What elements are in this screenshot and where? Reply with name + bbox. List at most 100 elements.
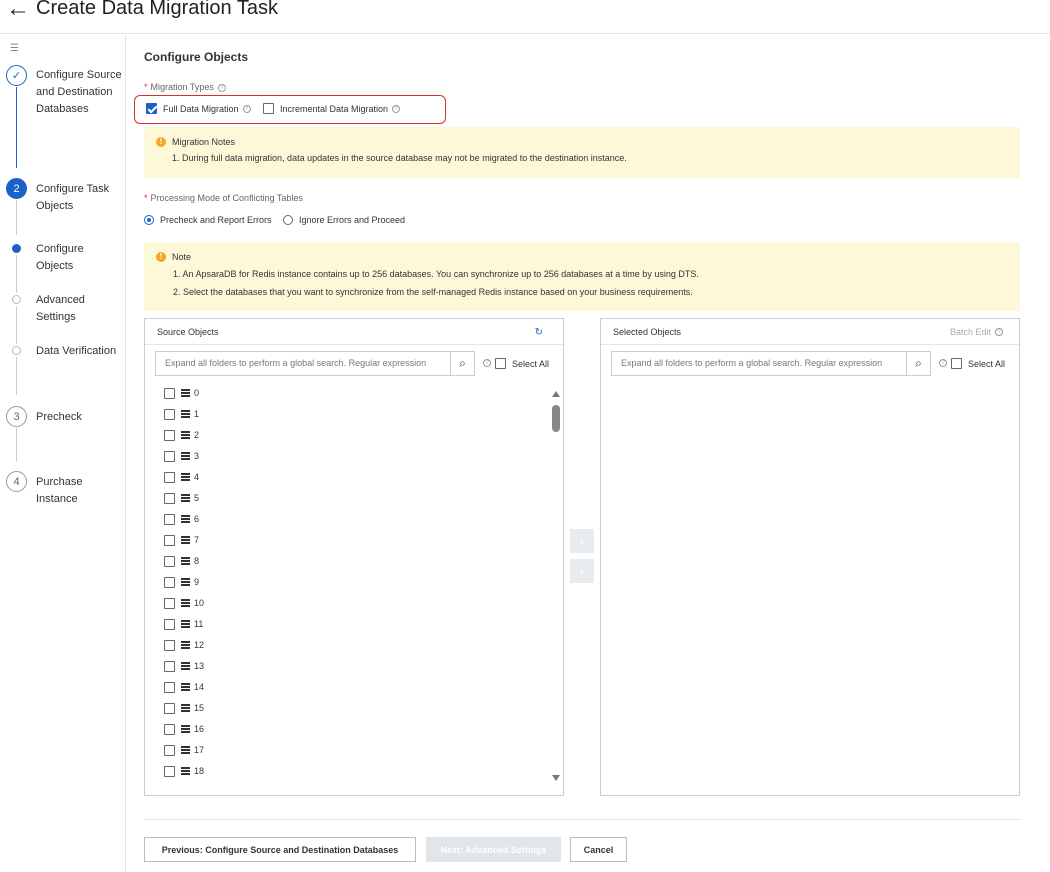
list-item[interactable]: 2: [164, 428, 199, 442]
scroll-thumb[interactable]: [552, 405, 560, 432]
list-item[interactable]: 14: [164, 680, 204, 694]
help-icon[interactable]: ?: [217, 83, 226, 92]
help-icon[interactable]: ?: [995, 328, 1003, 336]
list-item[interactable]: 15: [164, 701, 204, 715]
database-icon: [181, 620, 190, 628]
help-icon[interactable]: ?: [939, 359, 947, 367]
list-item[interactable]: 17: [164, 743, 204, 757]
list-item[interactable]: 1: [164, 407, 199, 421]
list-item[interactable]: 5: [164, 491, 199, 505]
scroll-up-icon[interactable]: [552, 391, 560, 397]
refresh-icon[interactable]: ↻: [535, 327, 543, 338]
item-checkbox[interactable]: [164, 765, 175, 777]
item-checkbox[interactable]: [164, 534, 175, 546]
item-checkbox[interactable]: [164, 702, 175, 714]
substep-advanced-settings[interactable]: Advanced Settings: [36, 292, 124, 326]
selected-search-input[interactable]: Expand all folders to perform a global s…: [611, 351, 907, 376]
list-item[interactable]: 11: [164, 617, 203, 631]
steps-sidebar: ☰ ✓ Configure Source and Destination Dat…: [0, 35, 126, 872]
list-item[interactable]: 10: [164, 596, 204, 610]
item-checkbox[interactable]: [164, 597, 175, 609]
source-list-scrollbar[interactable]: [551, 391, 561, 781]
previous-button[interactable]: Previous: Configure Source and Destinati…: [144, 837, 416, 862]
source-search-input[interactable]: Expand all folders to perform a global s…: [155, 351, 451, 376]
step-connector: [16, 200, 17, 235]
database-icon: [181, 578, 190, 586]
list-item[interactable]: 13: [164, 659, 204, 673]
arrow-left-icon[interactable]: ←: [6, 0, 30, 24]
substep-configure-objects[interactable]: Configure Objects: [36, 241, 124, 275]
source-object-list: 0 1 2 3 4 5 6 7 8 9 10 11 12 13 14 15 16…: [145, 381, 545, 791]
selected-select-all-checkbox[interactable]: [951, 358, 962, 369]
selected-objects-title: Selected Objects: [613, 327, 682, 337]
step-number-3: 3: [6, 406, 27, 427]
list-item[interactable]: 8: [164, 554, 199, 568]
search-icon[interactable]: ⌕: [450, 351, 475, 376]
list-item[interactable]: 12: [164, 638, 204, 652]
substep-data-verification[interactable]: Data Verification: [36, 343, 124, 360]
step-precheck[interactable]: Precheck: [36, 409, 124, 426]
database-icon: [181, 641, 190, 649]
list-item[interactable]: 3: [164, 449, 199, 463]
database-icon: [181, 704, 190, 712]
full-data-migration-option[interactable]: Full Data Migration ?: [146, 103, 251, 114]
next-button[interactable]: Next: Advanced Settings: [426, 837, 561, 862]
step-purchase-instance[interactable]: Purchase Instance: [36, 474, 124, 508]
item-checkbox[interactable]: [164, 450, 175, 462]
source-select-all-checkbox[interactable]: [495, 358, 506, 369]
item-checkbox[interactable]: [164, 744, 175, 756]
item-checkbox[interactable]: [164, 408, 175, 420]
source-select-all[interactable]: Select All: [495, 358, 549, 369]
item-checkbox[interactable]: [164, 429, 175, 441]
step-connector: [16, 255, 17, 293]
collapse-menu-icon[interactable]: ☰: [10, 43, 19, 54]
ignore-errors-radio[interactable]: [283, 215, 293, 225]
item-checkbox[interactable]: [164, 492, 175, 504]
full-data-migration-checkbox[interactable]: [146, 103, 157, 114]
database-icon: [181, 662, 190, 670]
item-checkbox[interactable]: [164, 660, 175, 672]
step-configure-task-objects[interactable]: Configure Task Objects: [36, 181, 124, 215]
move-right-button[interactable]: ›: [570, 529, 594, 553]
help-icon[interactable]: ?: [242, 104, 251, 113]
list-item[interactable]: 7: [164, 533, 199, 547]
list-item[interactable]: 16: [164, 722, 204, 736]
item-checkbox[interactable]: [164, 576, 175, 588]
incremental-data-migration-option[interactable]: Incremental Data Migration ?: [263, 103, 401, 114]
list-item[interactable]: 0: [164, 386, 199, 400]
item-checkbox[interactable]: [164, 639, 175, 651]
batch-edit-button[interactable]: Batch Edit ?: [950, 327, 1003, 337]
item-checkbox[interactable]: [164, 387, 175, 399]
step-number-4: 4: [6, 471, 27, 492]
help-icon[interactable]: ?: [483, 359, 491, 367]
item-checkbox[interactable]: [164, 555, 175, 567]
help-icon[interactable]: ?: [392, 104, 401, 113]
migration-notes-alert: ! Migration Notes 1. During full data mi…: [144, 127, 1020, 178]
item-checkbox[interactable]: [164, 513, 175, 525]
list-item[interactable]: 9: [164, 575, 199, 589]
database-icon: [181, 410, 190, 418]
precheck-radio[interactable]: [144, 215, 154, 225]
incremental-data-migration-checkbox[interactable]: [263, 103, 274, 114]
step-configure-source-destination[interactable]: Configure Source and Destination Databas…: [36, 67, 124, 118]
scroll-down-icon[interactable]: [552, 775, 560, 781]
migration-types-label: * Migration Types?: [144, 82, 226, 92]
warning-icon: !: [156, 252, 166, 262]
search-icon[interactable]: ⌕: [906, 351, 931, 376]
ignore-errors-option[interactable]: Ignore Errors and Proceed: [283, 215, 405, 225]
cancel-button[interactable]: Cancel: [570, 837, 627, 862]
item-checkbox[interactable]: [164, 618, 175, 630]
item-checkbox[interactable]: [164, 471, 175, 483]
list-item[interactable]: 4: [164, 470, 199, 484]
selected-select-all[interactable]: Select All: [951, 358, 1005, 369]
item-checkbox[interactable]: [164, 723, 175, 735]
database-icon: [181, 683, 190, 691]
move-left-button[interactable]: ‹: [570, 559, 594, 583]
list-item[interactable]: 18: [164, 764, 204, 778]
database-icon: [181, 473, 190, 481]
item-checkbox[interactable]: [164, 681, 175, 693]
step-connector: [16, 357, 17, 395]
precheck-report-errors-option[interactable]: Precheck and Report Errors: [144, 215, 272, 225]
database-icon: [181, 599, 190, 607]
list-item[interactable]: 6: [164, 512, 199, 526]
